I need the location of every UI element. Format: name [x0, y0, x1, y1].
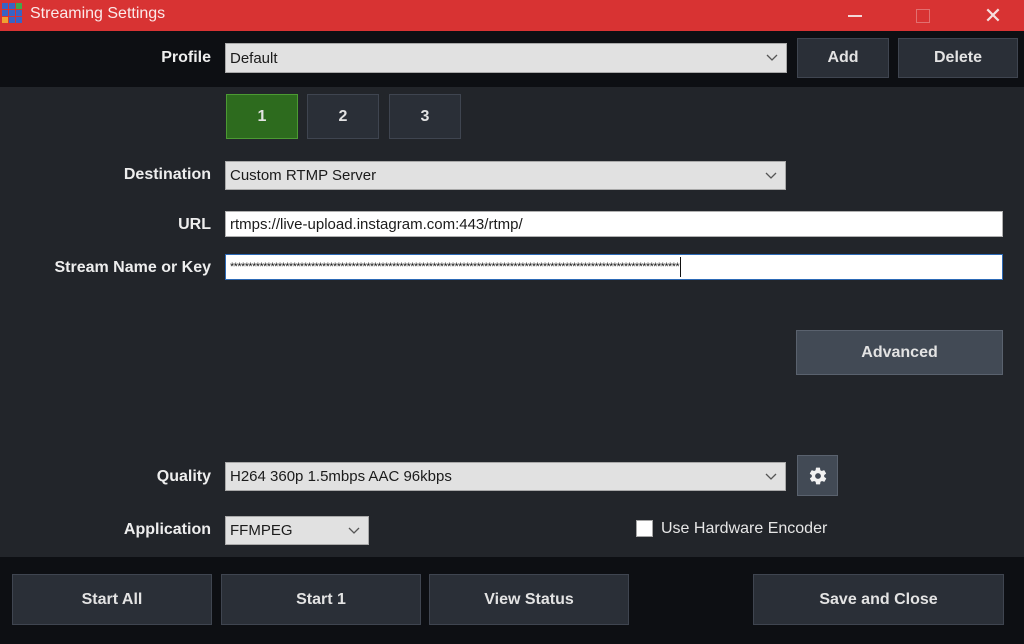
tab-label: 2 [338, 107, 348, 125]
view-status-button[interactable]: View Status [429, 574, 629, 625]
icon-cell [16, 3, 22, 9]
url-input[interactable]: rtmps://live-upload.instagram.com:443/rt… [225, 211, 1003, 237]
chevron-down-icon [758, 44, 786, 72]
destination-value: Custom RTMP Server [230, 167, 377, 184]
minimize-icon [848, 14, 862, 17]
close-icon: ✕ [983, 2, 1003, 28]
stream-key-value: ****************************************… [230, 261, 680, 273]
close-button[interactable]: ✕ [970, 0, 1016, 31]
save-and-close-button[interactable]: Save and Close [753, 574, 1004, 625]
chevron-down-icon [340, 517, 368, 544]
gear-icon [809, 467, 826, 484]
profile-select[interactable]: Default [225, 43, 787, 73]
tab-label: 1 [257, 107, 267, 125]
profile-label: Profile [161, 49, 211, 66]
chevron-down-icon [757, 162, 785, 189]
tab-1[interactable]: 1 [226, 94, 298, 139]
add-label: Add [827, 49, 859, 66]
save-close-label: Save and Close [819, 590, 938, 608]
view-status-label: View Status [484, 590, 574, 608]
window-title: Streaming Settings [30, 5, 166, 22]
hardware-encoder-label[interactable]: Use Hardware Encoder [661, 520, 827, 538]
add-profile-button[interactable]: Add [797, 38, 889, 78]
icon-cell [2, 17, 8, 23]
quality-select[interactable]: H264 360p 1.5mbps AAC 96kbps [225, 462, 786, 491]
minimize-button[interactable] [832, 0, 878, 31]
app-grid-icon [2, 3, 24, 25]
icon-cell [16, 17, 22, 23]
profile-value: Default [230, 49, 278, 67]
icon-cell [9, 17, 15, 23]
start-one-button[interactable]: Start 1 [221, 574, 421, 625]
url-value: rtmps://live-upload.instagram.com:443/rt… [230, 215, 523, 233]
start-all-label: Start All [81, 590, 143, 608]
advanced-label: Advanced [861, 343, 938, 361]
tab-2[interactable]: 2 [307, 94, 379, 139]
title-bar: Streaming Settings ✕ [0, 0, 1024, 31]
start-all-button[interactable]: Start All [12, 574, 212, 625]
icon-cell [2, 10, 8, 16]
application-value: FFMPEG [230, 522, 293, 539]
url-label: URL [178, 216, 211, 233]
icon-cell [9, 3, 15, 9]
tab-3[interactable]: 3 [389, 94, 461, 139]
delete-label: Delete [933, 49, 983, 66]
start-one-label: Start 1 [296, 590, 346, 608]
destination-select[interactable]: Custom RTMP Server [225, 161, 786, 190]
quality-settings-button[interactable] [797, 455, 838, 496]
stream-key-label: Stream Name or Key [54, 259, 211, 276]
quality-value: H264 360p 1.5mbps AAC 96kbps [230, 468, 452, 485]
quality-label: Quality [156, 468, 211, 485]
icon-cell [2, 3, 8, 9]
application-select[interactable]: FFMPEG [225, 516, 369, 545]
tab-label: 3 [420, 107, 430, 125]
maximize-button[interactable] [900, 0, 946, 31]
icon-cell [9, 10, 15, 16]
destination-label: Destination [123, 166, 211, 183]
application-label: Application [123, 521, 211, 538]
icon-cell [16, 10, 22, 16]
hardware-encoder-checkbox[interactable] [636, 520, 653, 537]
advanced-button[interactable]: Advanced [796, 330, 1003, 375]
chevron-down-icon [757, 463, 785, 490]
maximize-icon [916, 8, 930, 23]
stream-key-input[interactable]: ****************************************… [225, 254, 1003, 280]
delete-profile-button[interactable]: Delete [898, 38, 1018, 78]
text-caret [680, 257, 682, 277]
